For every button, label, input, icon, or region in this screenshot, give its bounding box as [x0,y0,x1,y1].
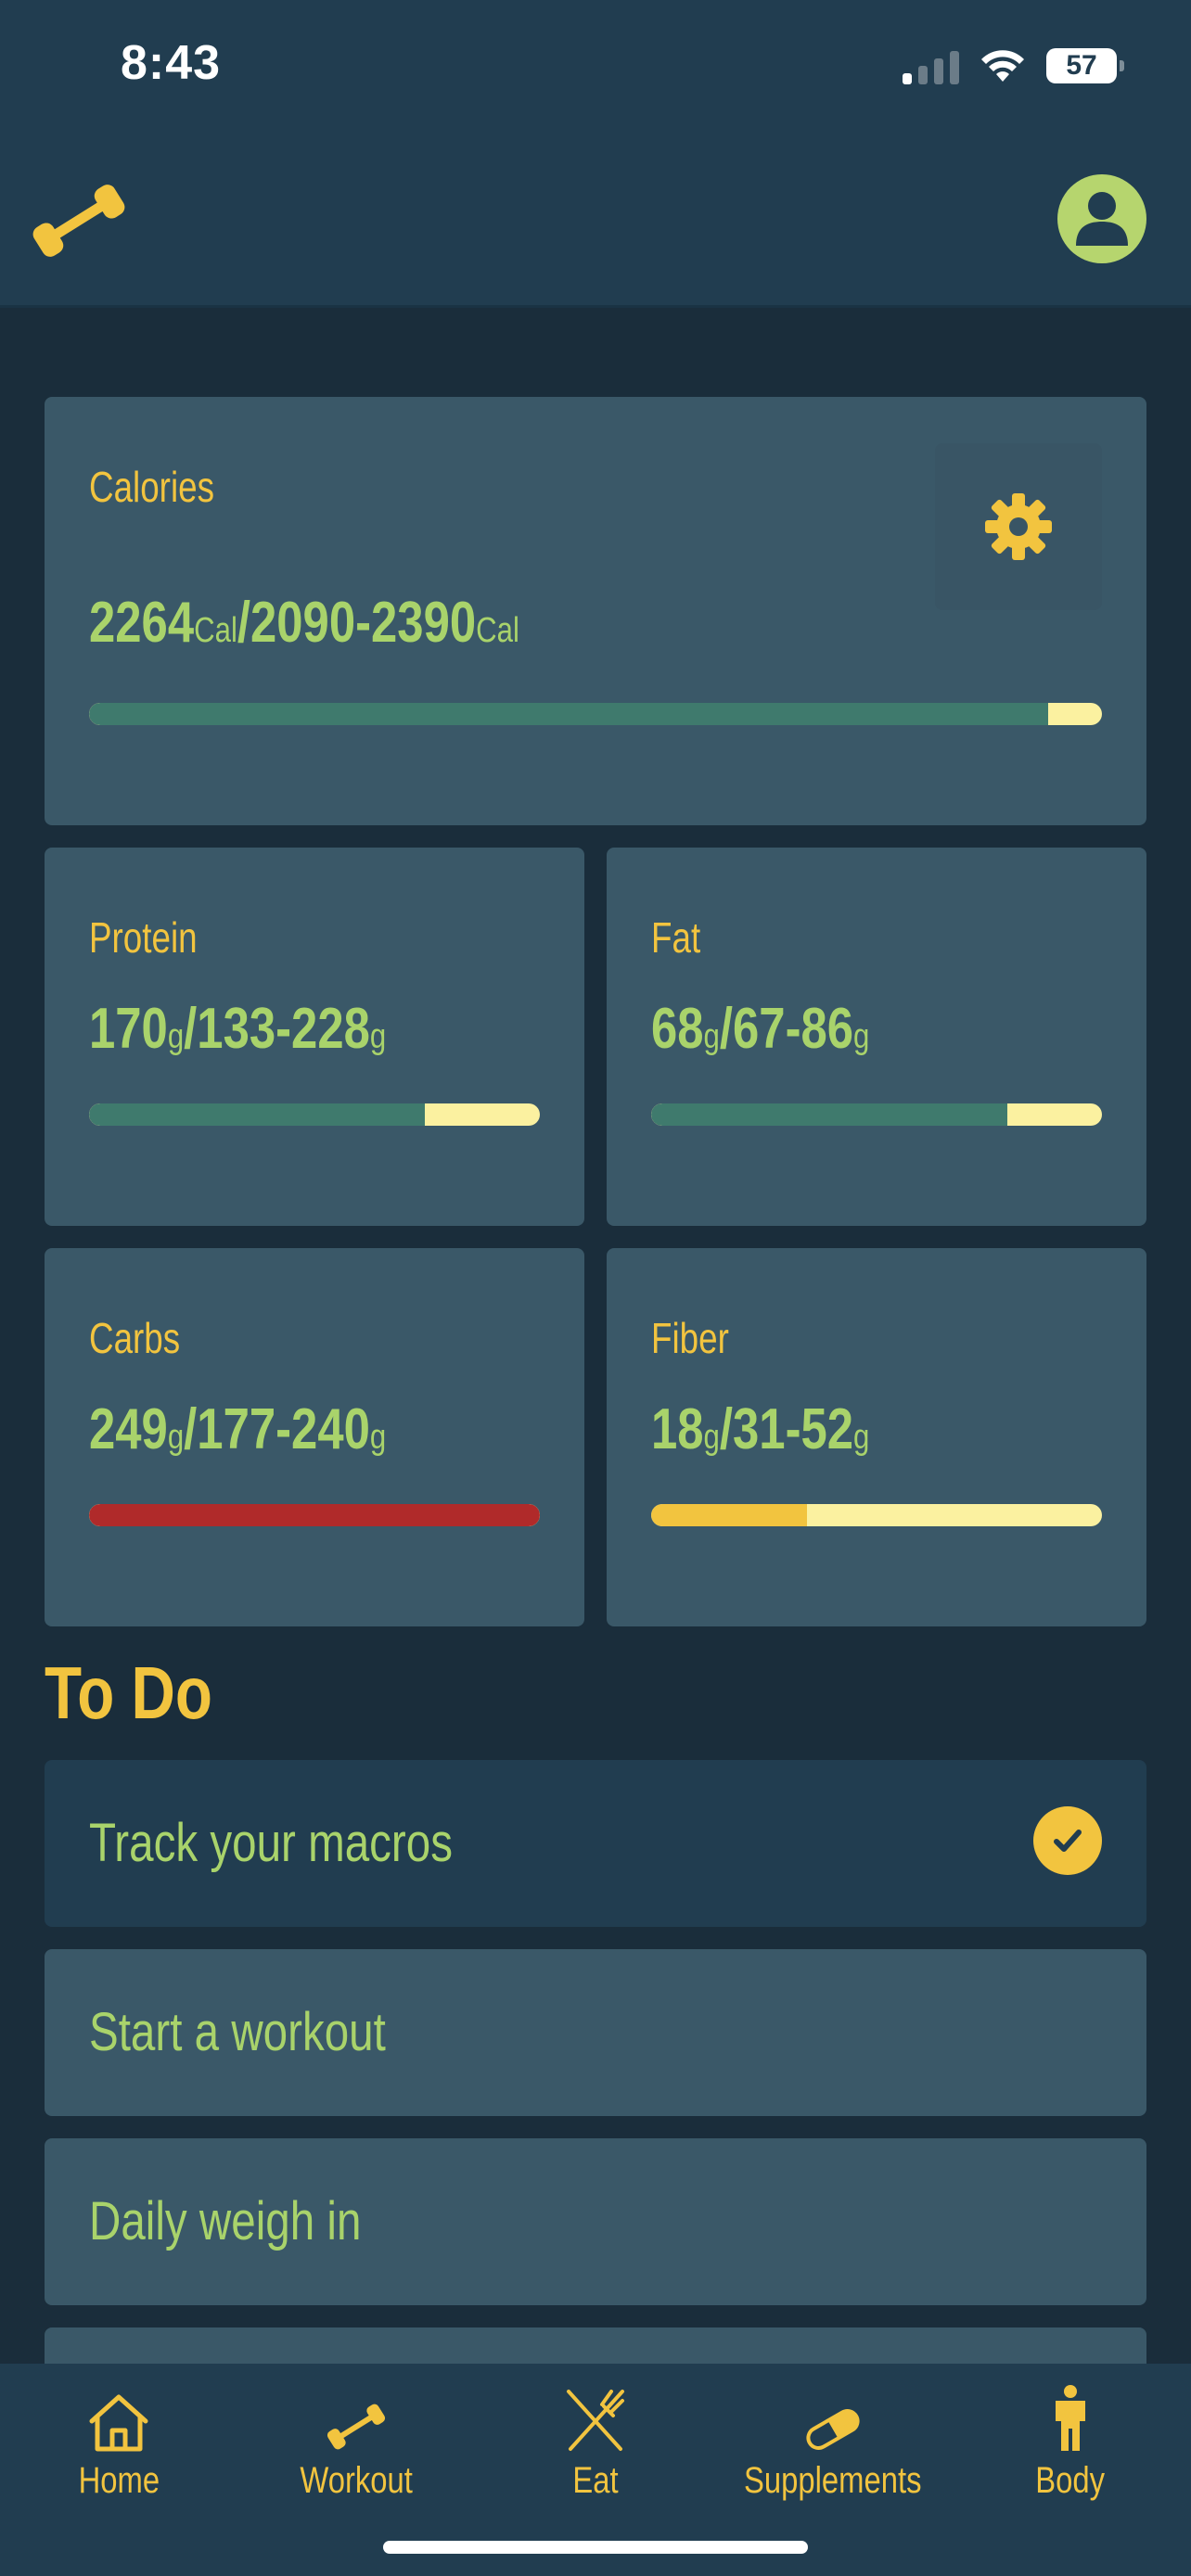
protein-unit: g [167,1017,185,1056]
carbs-range: 177-240 [197,1397,370,1461]
fiber-progress-bar [651,1504,1102,1526]
status-bar: 8:43 57 [0,0,1191,130]
fiber-progress-fill [651,1504,808,1526]
todo-item-label: Start a workout [89,2002,386,2062]
carbs-progress-bar [89,1504,540,1526]
status-time: 8:43 [121,36,222,90]
todo-item-daily-weigh-in[interactable]: Daily weigh in [45,2138,1146,2305]
calories-progress-fill [89,703,1049,725]
calories-card[interactable]: Calories 2264Cal/2090-2390Cal [45,397,1146,825]
carbs-range-unit: g [369,1418,387,1457]
fiber-range: 31-52 [733,1397,854,1461]
fiber-consumed: 18 [651,1397,704,1461]
fat-range: 67-86 [733,997,854,1061]
carbs-progress-fill [89,1504,540,1526]
battery-icon: 57 [1046,48,1124,83]
todo-item-start-workout[interactable]: Start a workout [45,1949,1146,2116]
fiber-value: 18g/31-52g [651,1397,870,1461]
fiber-title: Fiber [651,1314,729,1362]
protein-progress-bar [89,1103,540,1126]
protein-range-unit: g [369,1017,387,1056]
gear-icon [985,493,1052,560]
calories-consumed: 2264 [89,591,195,655]
fiber-unit: g [703,1418,720,1457]
tab-body-label: Body [1035,2460,1106,2501]
fiber-range-unit: g [853,1418,870,1457]
person-standing-icon [1056,2385,1085,2451]
dumbbell-icon[interactable] [30,178,128,263]
todo-section-title: To Do [45,1651,212,1734]
fiber-card[interactable]: Fiber 18g/31-52g [607,1248,1146,1626]
cellular-signal-icon [903,47,959,84]
carbs-card[interactable]: Carbs 249g/177-240g [45,1248,584,1626]
tab-eat[interactable]: Eat [484,2384,707,2502]
carbs-title: Carbs [89,1314,181,1362]
fat-range-unit: g [853,1017,870,1056]
protein-card[interactable]: Protein 170g/133-228g [45,848,584,1226]
tab-supplements-label: Supplements [744,2460,922,2501]
protein-value: 170g/133-228g [89,997,387,1061]
tab-eat-label: Eat [572,2460,619,2501]
tab-supplements[interactable]: Supplements [722,2384,944,2502]
calories-value: 2264Cal/2090-2390Cal [89,591,519,655]
home-indicator [383,2541,808,2554]
protein-title: Protein [89,913,198,962]
tab-home-label: Home [78,2460,160,2501]
carbs-consumed: 249 [89,1397,168,1461]
fat-consumed: 68 [651,997,704,1061]
calories-title: Calories [89,463,214,511]
todo-item-track-macros[interactable]: Track your macros [45,1760,1146,1927]
tab-workout-label: Workout [300,2460,413,2501]
fat-card[interactable]: Fat 68g/67-86g [607,848,1146,1226]
calories-range: 2090-2390 [250,591,477,655]
pill-icon [806,2409,860,2450]
tab-home[interactable]: Home [7,2384,230,2502]
fat-progress-bar [651,1103,1102,1126]
tab-workout[interactable]: Workout [245,2384,467,2502]
profile-avatar-button[interactable] [1057,174,1146,263]
protein-consumed: 170 [89,997,168,1061]
carbs-value: 249g/177-240g [89,1397,387,1461]
fork-knife-icon [567,2390,624,2451]
app-header [0,130,1191,308]
calories-range-unit: Cal [476,611,519,650]
person-icon [1076,192,1128,246]
protein-progress-fill [89,1103,426,1126]
calories-unit: Cal [194,611,237,650]
fat-value: 68g/67-86g [651,997,870,1061]
status-icons: 57 [903,43,1124,89]
fat-progress-fill [651,1103,1007,1126]
wifi-icon [981,50,1024,82]
tab-body[interactable]: Body [959,2384,1182,2502]
checkmark-icon [1033,1806,1102,1875]
calorie-settings-button[interactable] [935,443,1102,610]
fat-title: Fat [651,913,701,962]
home-icon [89,2394,148,2452]
calories-progress-bar [89,703,1102,725]
carbs-unit: g [167,1418,185,1457]
dumbbell-icon [327,2404,386,2450]
todo-item-label: Daily weigh in [89,2191,362,2251]
battery-level: 57 [1066,50,1097,81]
todo-item-label: Track your macros [89,1813,453,1873]
protein-range: 133-228 [197,997,370,1061]
fat-unit: g [703,1017,720,1056]
